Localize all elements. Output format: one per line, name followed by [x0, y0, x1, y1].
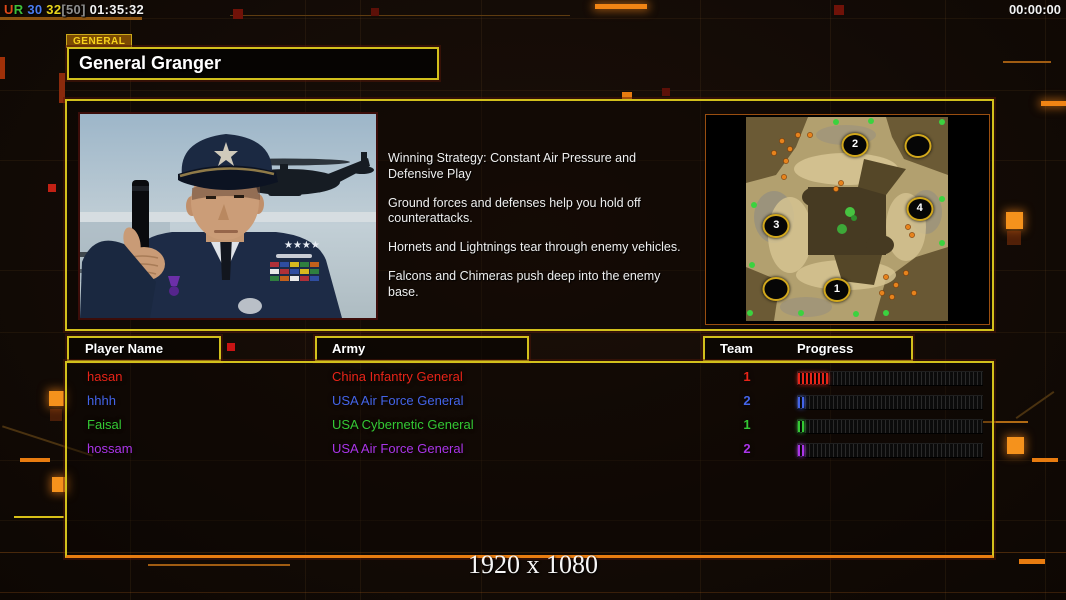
player-name: hhhh — [87, 393, 116, 408]
team-header: Team — [720, 341, 753, 356]
general-tab: GENERAL — [66, 34, 133, 48]
player-name: hossam — [87, 441, 133, 456]
decor-square — [1007, 231, 1021, 245]
progress-bar-fill — [798, 373, 828, 384]
decor-line — [1003, 61, 1051, 63]
status-segment: R — [13, 2, 24, 17]
progress-bar-fill — [798, 445, 804, 456]
team-progress-header-box: Team Progress — [703, 336, 913, 362]
status-segment: 01:35:32 — [85, 2, 145, 17]
decor-line — [20, 458, 50, 462]
player-table: hasan China Infantry General 1 hhhh USA … — [65, 361, 994, 558]
army-header-box: Army — [315, 336, 529, 362]
progress-bar — [797, 395, 983, 410]
player-name-header-box: Player Name — [67, 336, 221, 362]
decor-square — [371, 8, 379, 16]
strategy-line: Winning Strategy: Constant Air Pressure … — [388, 151, 637, 181]
player-name: Faisal — [87, 417, 122, 432]
decor-segment — [1041, 101, 1066, 106]
table-row: hossam USA Air Force General 2 — [67, 437, 992, 461]
status-readout: UR 30 32[50] 01:35:32 — [4, 2, 144, 17]
grid-line — [0, 592, 1066, 593]
progress-bar — [797, 419, 983, 434]
progress-bar-fill — [798, 397, 804, 408]
match-clock: 00:00:00 — [1008, 2, 1061, 17]
svg-text:★★★★: ★★★★ — [284, 240, 320, 251]
decor-square — [834, 5, 844, 15]
progress-header: Progress — [797, 341, 854, 356]
player-team: 1 — [743, 369, 751, 384]
map-position-marker: 4 — [906, 196, 934, 221]
player-team: 1 — [743, 417, 751, 432]
progress-bar — [797, 443, 983, 458]
status-segment: U — [4, 2, 14, 17]
decor-line — [230, 15, 570, 16]
decor-square — [233, 9, 243, 19]
table-row: hasan China Infantry General 1 — [67, 365, 992, 389]
table-row: hhhh USA Air Force General 2 — [67, 389, 992, 413]
player-team: 2 — [743, 393, 751, 408]
strategy-line: Ground forces and defenses help you hold… — [388, 195, 641, 226]
decor-line — [0, 17, 142, 20]
player-name-header: Player Name — [85, 341, 164, 356]
loading-screen: UR 30 32[50] 01:35:32 00:00:00 GENERAL G… — [0, 0, 1066, 600]
map-position-marker — [904, 133, 932, 158]
map-position-marker: 3 — [762, 214, 790, 239]
status-segment: 30 — [23, 2, 43, 17]
player-team: 2 — [743, 441, 751, 456]
decor-line — [1015, 390, 1055, 420]
decor-square — [662, 88, 670, 96]
map-position-marker: 2 — [841, 132, 869, 157]
ribbon-rack — [270, 262, 319, 281]
general-portrait-image: ★★★★ — [80, 114, 376, 318]
decor-square — [49, 391, 64, 406]
decor-square — [1007, 437, 1024, 454]
general-portrait: ★★★★ — [78, 112, 378, 320]
decor-line — [14, 516, 64, 518]
grid-line — [0, 18, 1066, 19]
table-row: Faisal USA Cybernetic General 1 — [67, 413, 992, 437]
grid-line — [0, 332, 1066, 333]
player-army: USA Air Force General — [332, 441, 464, 456]
strategy-line: Hornets and Lightnings tear through enem… — [388, 240, 681, 254]
minimap: 2 4 3 1 — [746, 117, 948, 321]
status-segment: [50] — [61, 2, 86, 17]
progress-bar-fill — [798, 421, 804, 432]
progress-bar — [797, 371, 983, 386]
decor-bar — [0, 57, 5, 79]
map-position-marker: 1 — [823, 278, 851, 303]
player-name: hasan — [87, 369, 123, 384]
army-header: Army — [332, 341, 366, 356]
decor-square — [227, 343, 235, 351]
general-info-panel: ★★★★ Winning Strategy: Constant Air Pres… — [65, 99, 994, 331]
strategy-line: Falcons and Chimeras push deep into the … — [388, 268, 661, 299]
map-position-marker — [762, 277, 790, 302]
decor-segment — [595, 4, 647, 9]
status-segment: 32 — [42, 2, 62, 17]
decor-square — [1006, 212, 1023, 229]
decor-square — [50, 409, 62, 421]
strategy-text: Winning Strategy: Constant Air Pressure … — [388, 151, 693, 313]
resolution-text: 1920 x 1080 — [468, 550, 598, 579]
minimap-panel: 2 4 3 1 — [705, 114, 990, 325]
grid-line — [0, 90, 1066, 91]
player-army: USA Cybernetic General — [332, 417, 474, 432]
decor-square — [48, 184, 56, 192]
decor-line — [1032, 458, 1058, 462]
general-name-box: General Granger — [67, 47, 439, 80]
player-army: China Infantry General — [332, 369, 463, 384]
player-army: USA Air Force General — [332, 393, 464, 408]
general-name: General Granger — [79, 53, 222, 73]
